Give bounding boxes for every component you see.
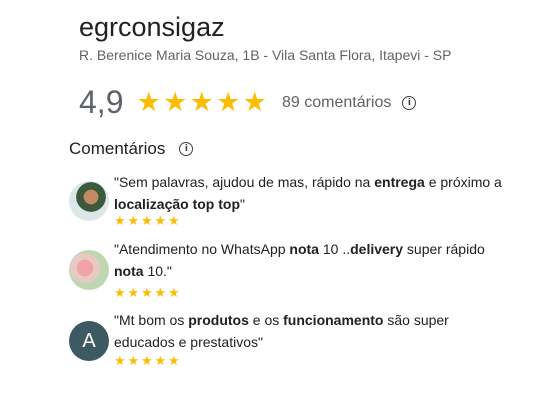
reviews-section-title: Comentários i <box>69 139 194 159</box>
reviews-count-link[interactable]: 89 comentários <box>282 94 391 112</box>
star-icon: ★ <box>114 285 126 300</box>
review-text: "Sem palavras, ajudou de mas, rápido na … <box>114 174 502 212</box>
info-icon[interactable]: i <box>402 95 417 110</box>
star-icon: ★ <box>216 87 241 117</box>
star-icon: ★ <box>168 213 180 228</box>
review-text: "Atendimento no WhatsApp nota 10 ..deliv… <box>114 241 485 279</box>
star-icon: ★ <box>154 353 167 368</box>
review-stars: ★ ★ ★ ★ ★ <box>114 286 182 299</box>
star-icon: ★ <box>127 353 140 368</box>
reviewer-avatar <box>69 250 109 290</box>
star-icon: ★ <box>141 213 153 228</box>
rating-value: 4,9 <box>79 84 124 120</box>
reviewer-avatar: A <box>69 321 109 361</box>
review-text: "Mt bom os produtos e os funcionamento s… <box>114 312 449 350</box>
reviewer-avatar <box>69 181 109 221</box>
star-icon: ★ <box>168 285 180 300</box>
star-icon: ★ <box>114 353 126 368</box>
star-icon: ★ <box>168 353 180 368</box>
info-icon[interactable]: i <box>179 142 194 156</box>
place-title: egrconsigaz <box>79 12 225 42</box>
star-icon: ★ <box>242 87 267 117</box>
star-icon: ★ <box>136 87 161 117</box>
place-address: R. Berenice Maria Souza, 1B - Vila Santa… <box>79 47 452 63</box>
star-icon: ★ <box>141 285 153 300</box>
review-stars: ★ ★ ★ ★ ★ <box>114 214 182 227</box>
star-icon: ★ <box>154 285 167 300</box>
rating-stars: ★ ★ ★ ★ ★ <box>135 89 268 116</box>
star-icon: ★ <box>154 213 167 228</box>
reviews-section-label: Comentários <box>69 139 166 158</box>
review-stars: ★ ★ ★ ★ ★ <box>114 354 182 367</box>
star-icon: ★ <box>127 213 140 228</box>
star-icon: ★ <box>189 87 214 117</box>
star-icon: ★ <box>127 285 140 300</box>
star-icon: ★ <box>163 87 188 117</box>
star-icon: ★ <box>114 213 126 228</box>
star-icon: ★ <box>141 353 153 368</box>
rating-summary: 4,9 ★ ★ ★ ★ ★ 89 comentários i <box>79 84 417 121</box>
